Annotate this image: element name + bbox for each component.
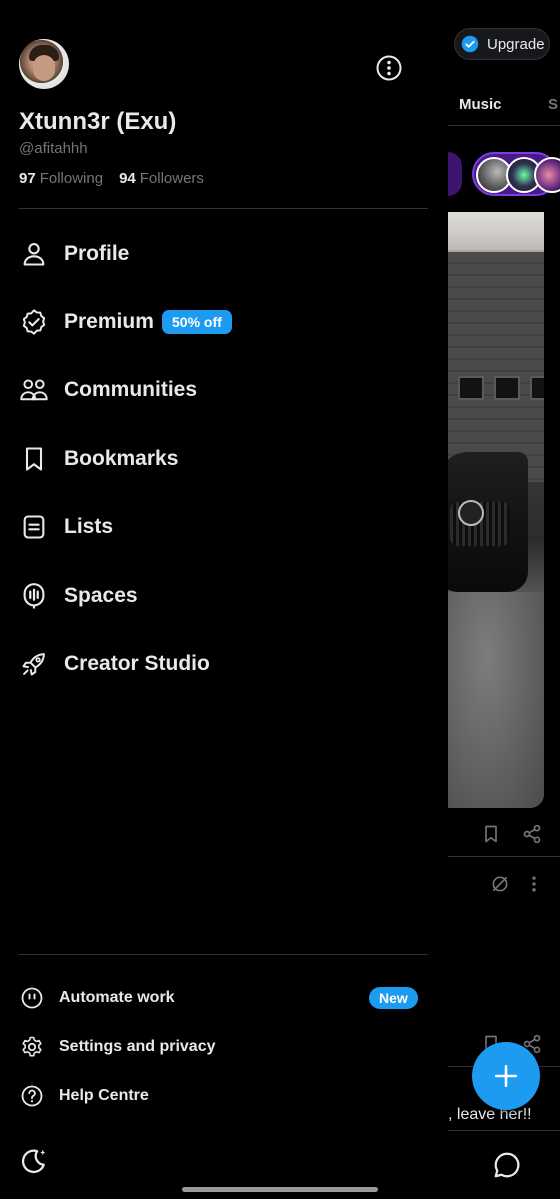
post-header-actions xyxy=(448,864,560,904)
verified-check-icon xyxy=(461,35,479,53)
nav-item-communities[interactable]: Communities xyxy=(0,362,428,418)
nav-label: Premium xyxy=(64,310,154,333)
question-icon xyxy=(19,1083,45,1109)
feed-divider xyxy=(448,856,560,857)
handle: @afitahhh xyxy=(19,140,88,157)
avatar[interactable] xyxy=(19,39,69,89)
follow-stats: 97 Following 94 Followers xyxy=(19,170,204,187)
rocket-icon xyxy=(19,649,49,679)
following-label[interactable]: Following xyxy=(40,170,103,187)
nav-label: Lists xyxy=(64,515,114,538)
nav-label: Communities xyxy=(64,378,198,401)
menu-item-automate-work[interactable]: Automate work New xyxy=(0,976,428,1020)
more-accounts-icon[interactable] xyxy=(376,55,402,81)
menu-label: Help Centre xyxy=(59,1087,149,1104)
new-badge: New xyxy=(369,987,418,1009)
menu-label: Settings and privacy xyxy=(59,1038,216,1055)
messages-bubble-icon[interactable] xyxy=(492,1150,522,1180)
tab-music[interactable]: Music xyxy=(459,96,502,113)
nav-label: Bookmarks xyxy=(64,447,179,470)
nav-label: Creator Studio xyxy=(64,652,210,675)
post-image[interactable] xyxy=(448,212,544,808)
upgrade-label: Upgrade xyxy=(487,35,545,53)
grok-icon xyxy=(19,985,45,1011)
space-card-left[interactable] xyxy=(448,152,462,196)
people-icon xyxy=(19,375,49,405)
tab-next[interactable]: S xyxy=(548,96,558,113)
home-indicator[interactable] xyxy=(182,1187,378,1192)
nav-item-bookmarks[interactable]: Bookmarks xyxy=(0,431,428,487)
nav-item-lists[interactable]: Lists xyxy=(0,499,428,555)
plus-icon xyxy=(494,1064,518,1088)
nav-item-spaces[interactable]: Spaces xyxy=(0,568,428,624)
nav-item-profile[interactable]: Profile xyxy=(0,226,428,282)
discount-badge: 50% off xyxy=(162,310,232,334)
microphone-icon xyxy=(19,581,49,611)
spaces-strip[interactable] xyxy=(448,150,560,198)
list-icon xyxy=(19,512,49,542)
post-text: , leave her!! xyxy=(448,1106,532,1123)
post-actions xyxy=(448,814,560,854)
following-count[interactable]: 97 xyxy=(19,170,36,187)
nav-item-creator-studio[interactable]: Creator Studio xyxy=(0,636,428,692)
nav-label: Profile xyxy=(64,242,130,265)
upgrade-button[interactable]: Upgrade xyxy=(454,28,550,60)
menu-item-help-centre[interactable]: Help Centre xyxy=(0,1074,428,1118)
grok-icon[interactable] xyxy=(490,874,510,894)
bookmark-icon[interactable] xyxy=(481,824,501,844)
gear-icon xyxy=(19,1034,45,1060)
feed-tabs: Music S xyxy=(448,86,560,126)
compose-button[interactable] xyxy=(472,1042,540,1110)
dark-mode-moon-icon[interactable] xyxy=(19,1146,49,1176)
display-name[interactable]: Xtunn3r (Exu) xyxy=(19,108,176,136)
followers-count[interactable]: 94 xyxy=(119,170,136,187)
bookmark-icon xyxy=(19,444,49,474)
person-icon xyxy=(19,239,49,269)
menu-label: Automate work xyxy=(59,989,175,1006)
more-options-icon[interactable] xyxy=(528,874,540,894)
divider xyxy=(19,954,428,955)
feed-divider xyxy=(448,1130,560,1131)
verified-badge-icon xyxy=(19,307,49,337)
followers-label[interactable]: Followers xyxy=(140,170,204,187)
share-icon[interactable] xyxy=(522,824,542,844)
divider xyxy=(19,208,428,209)
menu-item-settings[interactable]: Settings and privacy xyxy=(0,1025,428,1069)
nav-item-premium[interactable]: Premium 50% off xyxy=(0,294,428,350)
navigation-drawer: Xtunn3r (Exu) @afitahhh 97 Following 94 … xyxy=(0,0,448,1199)
nav-label: Spaces xyxy=(64,584,138,607)
